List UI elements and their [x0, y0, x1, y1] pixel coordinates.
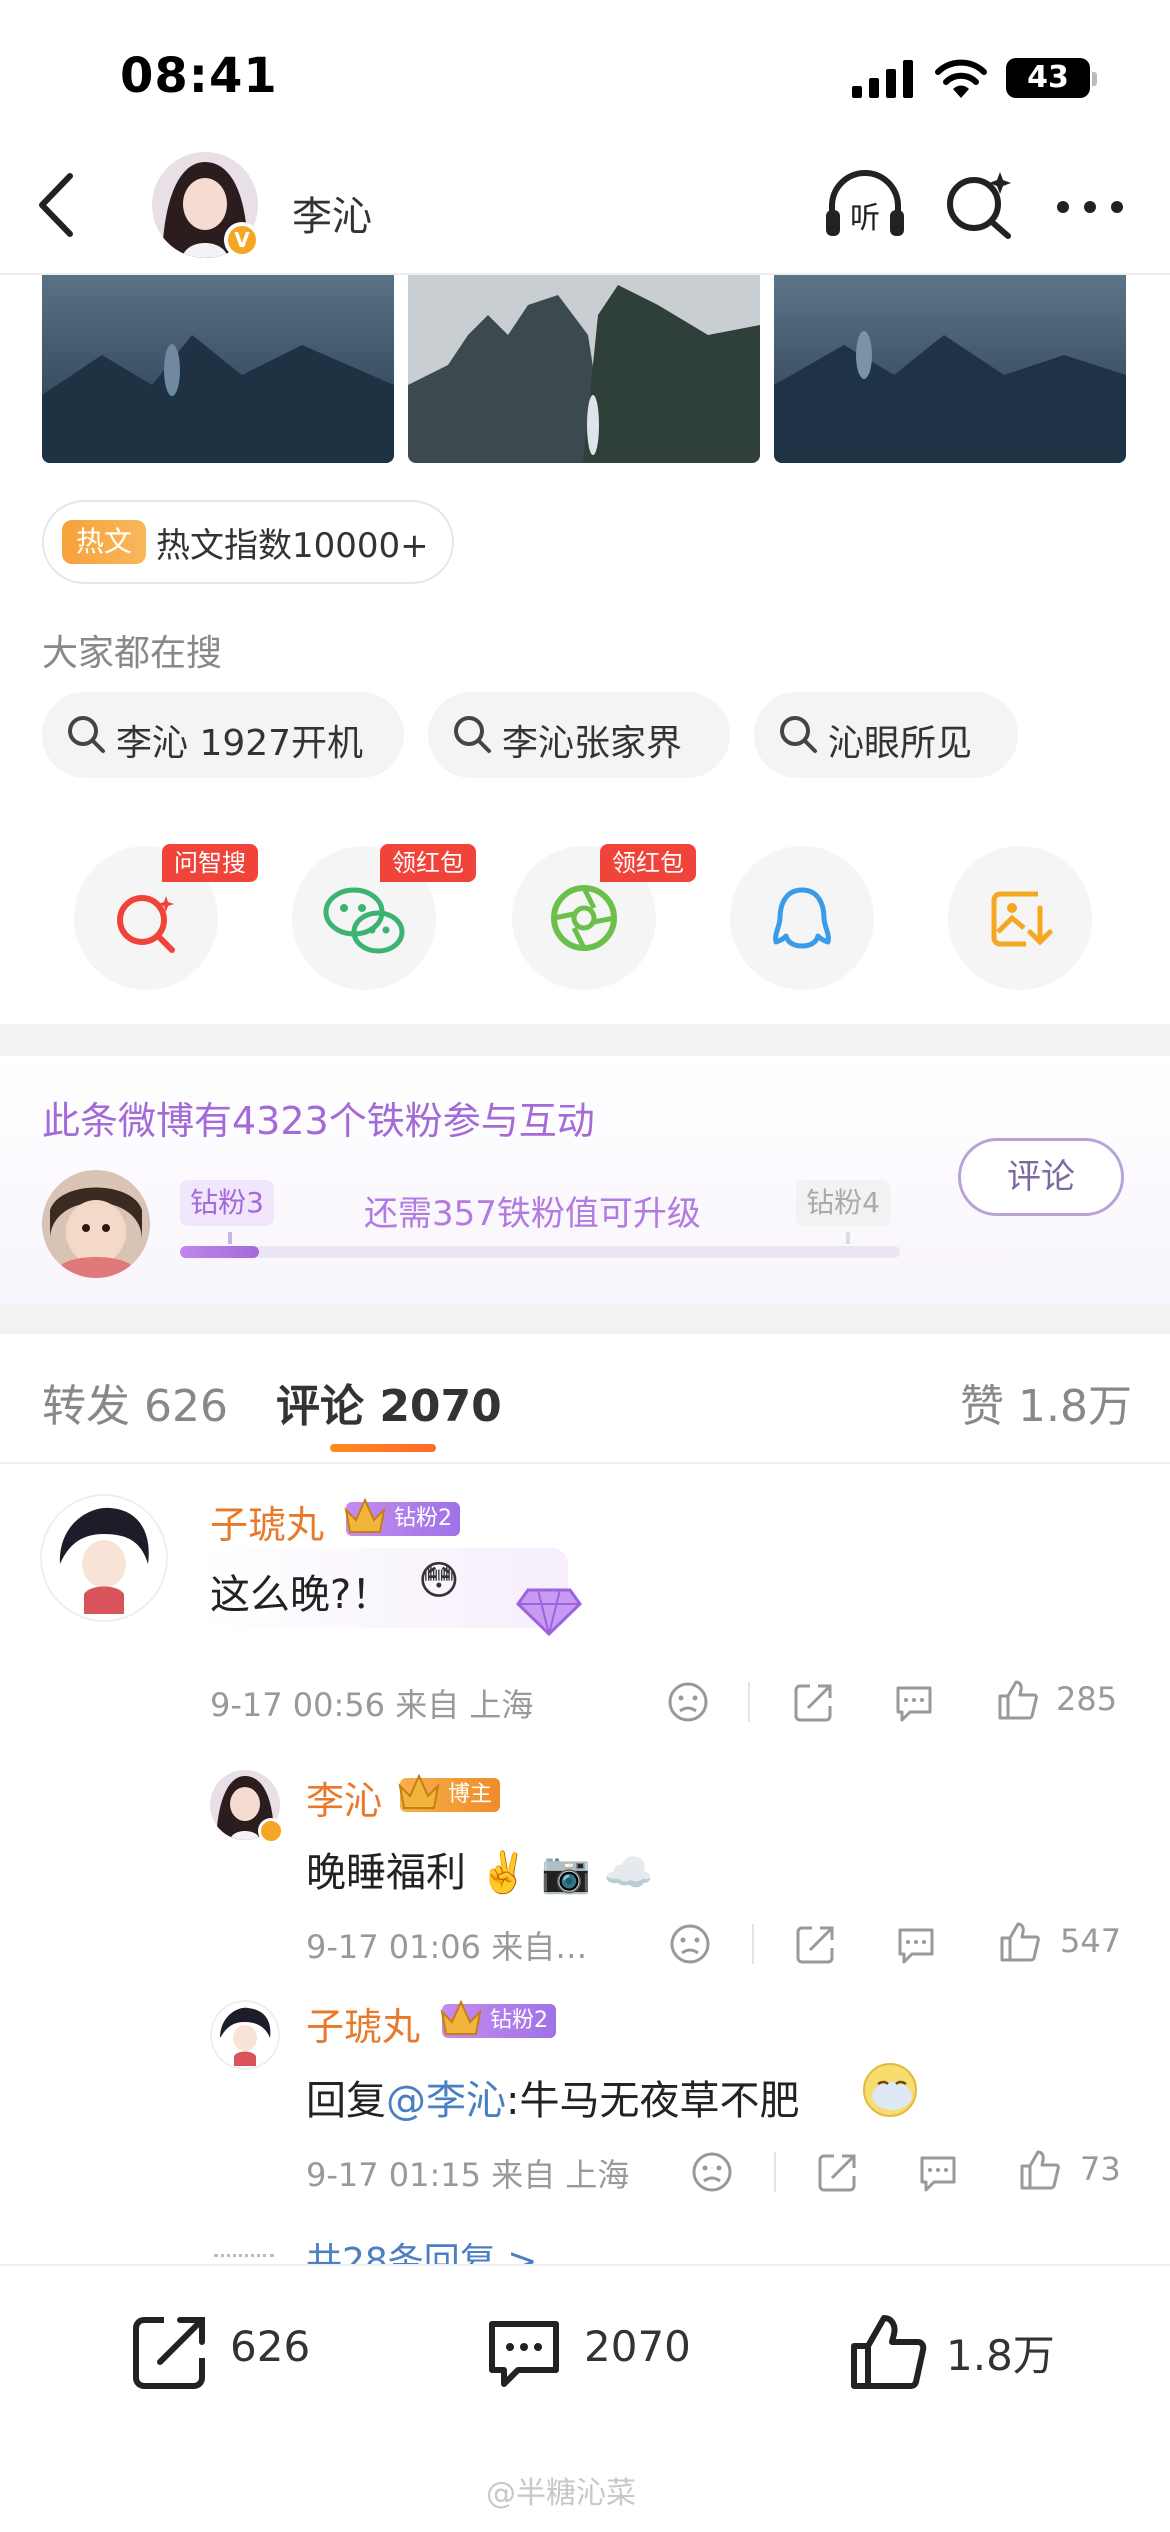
author-name[interactable]: 李沁: [292, 184, 372, 242]
headphones-listen-icon[interactable]: 听: [822, 170, 908, 240]
hot-index-label: 热文指数10000+: [156, 518, 429, 567]
tab-repost[interactable]: 转发 626: [42, 1370, 228, 1434]
save-image-button[interactable]: [948, 846, 1092, 990]
fan-upgrade-hint: 还需357铁粉值可升级: [364, 1194, 701, 1234]
my-avatar[interactable]: [42, 1170, 150, 1278]
wifi-icon: [935, 59, 987, 98]
action-separator: [774, 2152, 776, 2192]
search-chip-label-2: 李沁张家界: [502, 723, 683, 764]
reply-meta: 9-17 01:15 来自 上海: [306, 2156, 630, 2194]
fan-badge-label: 钻粉2: [490, 2008, 548, 2033]
dotted-leader: [214, 2254, 274, 2257]
qq-icon: [773, 887, 831, 949]
comment-count[interactable]: 2070: [584, 2322, 691, 2371]
tab-active-indicator: [330, 1444, 436, 1452]
replier-name[interactable]: 子琥丸: [306, 1996, 420, 2051]
reply-icon[interactable]: [894, 1922, 938, 1966]
crown-icon: [344, 1497, 386, 1533]
comment-icon[interactable]: [484, 2312, 564, 2392]
author-badge-label: 博主: [448, 1782, 493, 1807]
like-icon[interactable]: [1018, 2148, 1062, 2192]
comment-text: 这么晚?！: [210, 1572, 392, 1618]
share-badge-2: 领红包: [380, 844, 476, 882]
comment-meta: 9-17 00:56 来自 上海: [210, 1686, 534, 1724]
watermark: @半糖沁菜: [486, 2476, 636, 2511]
section-divider: [0, 1024, 1170, 1056]
mention-link[interactable]: @李沁: [386, 2078, 506, 2124]
share-icon[interactable]: [794, 1922, 838, 1966]
reply-body: :牛马无夜草不肥: [506, 2078, 800, 2124]
post-photo-3[interactable]: [774, 275, 1126, 463]
save-image-icon: [991, 891, 1053, 947]
ai-search-icon[interactable]: [944, 170, 1014, 240]
search-chip-label-3: 沁眼所见: [828, 723, 973, 764]
fans-comment-button[interactable]: 评论: [958, 1138, 1124, 1216]
fan-level-next: 钻粉4: [796, 1180, 890, 1226]
reply-icon[interactable]: [916, 2150, 960, 2194]
battery-icon: 43: [1006, 58, 1090, 98]
crown-icon: [398, 1773, 440, 1809]
progress-tick: [228, 1232, 232, 1244]
reply-text: 晚睡福利 ✌️ 📷 ☁️: [306, 1850, 654, 1896]
progress-tick: [846, 1232, 850, 1244]
battery-tip: [1092, 72, 1097, 86]
tab-comment[interactable]: 评论 2070: [276, 1370, 502, 1434]
svg-text:听: 听: [850, 201, 880, 236]
diamond-decoration-icon: [516, 1588, 582, 1637]
hot-tag: 热文: [62, 520, 146, 564]
share-badge-3: 领红包: [600, 844, 696, 882]
trending-search-title: 大家都在搜: [42, 633, 223, 674]
back-arrow-icon[interactable]: [36, 172, 76, 238]
repost-count[interactable]: 626: [230, 2322, 310, 2371]
fan-progress-fill: [180, 1246, 259, 1258]
sleepy-emoji-icon: [863, 2063, 917, 2117]
flushed-emoji-icon: 😳: [418, 1558, 460, 1604]
tab-like[interactable]: 赞 1.8万: [960, 1370, 1132, 1434]
post-photo-1[interactable]: [42, 275, 394, 463]
replier-name[interactable]: 李沁: [306, 1770, 382, 1825]
section-divider: [0, 1304, 1170, 1334]
commenter-name[interactable]: 子琥丸: [210, 1494, 324, 1549]
like-count[interactable]: 1.8万: [946, 2322, 1055, 2383]
share-qq-button[interactable]: [730, 846, 874, 990]
share-badge-1: 问智搜: [162, 844, 258, 882]
dislike-icon[interactable]: [666, 1680, 710, 1724]
share-icon[interactable]: [816, 2150, 860, 2194]
post-photo-2[interactable]: [408, 275, 760, 463]
crown-icon: [440, 1999, 482, 2035]
action-separator: [752, 1924, 754, 1964]
like-icon[interactable]: [998, 1920, 1042, 1964]
like-count: 547: [1060, 1922, 1122, 1960]
dislike-icon[interactable]: [690, 2150, 734, 2194]
signal-icon: [852, 60, 913, 98]
share-icon[interactable]: [792, 1680, 836, 1724]
search-chip-label-1: 李沁 1927开机: [116, 723, 364, 764]
verified-badge-icon: V: [224, 222, 260, 258]
action-separator: [748, 1682, 750, 1722]
dislike-icon[interactable]: [668, 1922, 712, 1966]
like-count: 73: [1080, 2150, 1121, 2188]
verified-badge-icon: [258, 1818, 284, 1844]
reply-prefix: 回复: [306, 2078, 386, 2124]
search-icon: [780, 716, 817, 753]
commenter-avatar[interactable]: [40, 1494, 168, 1622]
search-icon: [454, 716, 491, 753]
fans-interaction-title: 此条微博有4323个铁粉参与互动: [42, 1099, 595, 1143]
repost-icon[interactable]: [130, 2312, 210, 2392]
like-count: 285: [1056, 1680, 1118, 1718]
tab-divider: [0, 1462, 1170, 1464]
reply-meta: 9-17 01:06 来自…: [306, 1928, 588, 1966]
fan-level-current: 钻粉3: [180, 1180, 274, 1226]
status-time: 08:41: [120, 48, 278, 104]
reply-icon[interactable]: [892, 1680, 936, 1724]
replier-avatar[interactable]: [210, 2000, 280, 2070]
fan-badge-label: 钻粉2: [394, 1506, 452, 1531]
like-icon[interactable]: [848, 2312, 928, 2392]
search-icon: [68, 716, 105, 753]
like-icon[interactable]: [996, 1678, 1040, 1722]
more-options-icon[interactable]: [1056, 200, 1124, 214]
reply-text: 回复@李沁:牛马无夜草不肥: [306, 2068, 799, 2126]
fan-progress-track: [180, 1246, 900, 1258]
